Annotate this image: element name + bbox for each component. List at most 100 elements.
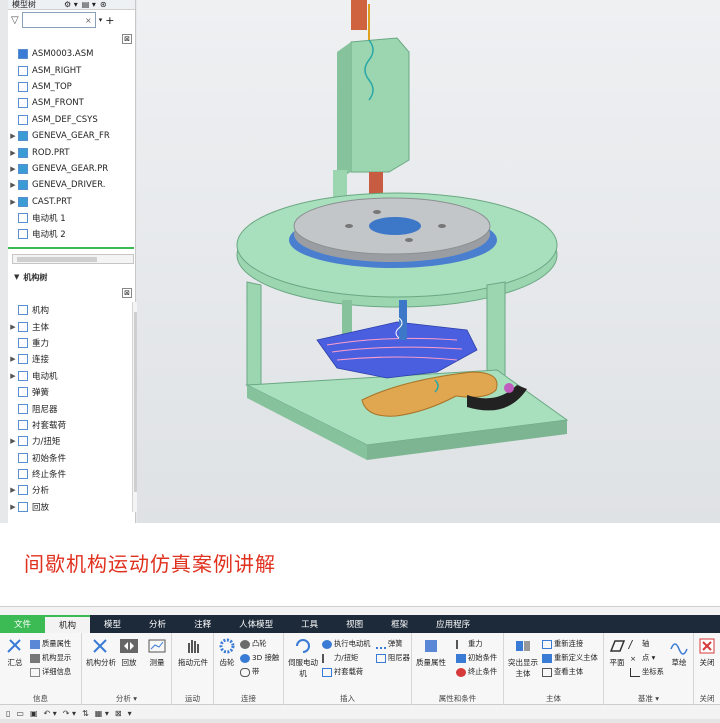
redefine-body-button[interactable]: 重新定义主体 [542,653,598,663]
open-icon[interactable]: ▭ [16,709,24,718]
windows-icon[interactable]: ▦ ▾ [95,709,109,718]
cam-button[interactable]: 凸轮 [240,639,267,649]
tree-item[interactable]: 阻尼器 [8,400,136,416]
summary-button[interactable]: 汇总 [4,637,26,668]
horizontal-scrollbar[interactable] [12,254,134,264]
playback-button[interactable]: 回放 [118,637,140,668]
redo-icon[interactable]: ↷ ▾ [63,709,76,718]
ribbon-tab[interactable]: 注释 [180,615,225,633]
tree-item[interactable]: ASM_FRONT [8,95,136,111]
servo-motor-button[interactable]: 伺服电动 机 [286,637,320,679]
drag-components-button[interactable]: 拖动元件 [174,637,212,668]
filter-icon[interactable]: ▽ [11,15,19,26]
view-body-button[interactable]: 查看主体 [542,667,583,677]
tree-item[interactable]: ▶ ROD.PRT [8,144,136,160]
close-button[interactable]: 关闭 [696,637,718,668]
ribbon-tab[interactable]: 机构 [45,615,91,633]
search-input[interactable]: × [21,12,96,28]
force-torque-button[interactable]: 力/扭矩 [322,653,358,663]
contact3d-button[interactable]: 3D 接触 [240,653,279,663]
clear-icon[interactable]: × [85,16,92,25]
regenerate-icon[interactable]: ⇅ [82,709,89,718]
undo-icon[interactable]: ↶ ▾ [44,709,57,718]
expand-arrow-icon[interactable]: ▶ [8,372,18,380]
mech-display-button[interactable]: 机构显示 [30,653,71,663]
tree-item[interactable]: ▶ CAST.PRT [8,194,136,210]
tree-settings-icon[interactable]: ⚙ ▾ [64,0,78,9]
add-icon[interactable]: + [105,14,114,27]
ribbon-tab[interactable]: 工具 [287,615,332,633]
tree-item[interactable]: 重力 [8,335,136,351]
tree-item[interactable]: 终止条件 [8,466,136,482]
mechanism-tree-header[interactable]: ▼ 机构树 [8,270,136,284]
measure-button[interactable]: 测量 [146,637,168,668]
gear-button[interactable]: 齿轮 [216,637,238,668]
mass-props2-button[interactable]: 质量属性 [414,637,448,668]
expand-arrow-icon[interactable]: ▶ [8,437,18,445]
ribbon-tab[interactable]: 应用程序 [422,615,484,633]
plane-button[interactable]: 平面 [606,637,628,668]
belt-button[interactable]: 带 [240,667,259,677]
tree-item[interactable]: ▶ GENEVA_DRIVER. [8,177,136,193]
mass-props-button[interactable]: 质量属性 [30,639,71,649]
init-cond-button[interactable]: 初始条件 [456,653,497,663]
tree-item[interactable]: ▶ 主体 [8,318,136,334]
tree-item[interactable]: 电动机 1 [8,210,136,226]
tree-item[interactable]: 衬套载荷 [8,417,136,433]
tree-item[interactable]: ASM_RIGHT [8,62,136,78]
tree-item[interactable]: 机构 [8,302,136,318]
ribbon-tab[interactable]: 文件 [0,615,46,633]
panel-close-icon[interactable]: ⊠ [122,34,132,44]
save-icon[interactable]: ▣ [30,709,38,718]
tree-item[interactable]: ▶ 电动机 [8,368,136,384]
tree-item[interactable]: 弹簧 [8,384,136,400]
bushing-button[interactable]: 衬套载荷 [322,667,363,677]
spring-button[interactable]: 弹簧 [376,639,403,649]
sketch-button[interactable]: 草绘 [668,637,690,668]
mechanism-close-icon[interactable]: ⊠ [122,288,132,298]
tree-item[interactable]: ▶ GENEVA_GEAR_FR [8,128,136,144]
close-window-icon[interactable]: ⊠ [115,709,122,718]
tree-columns-icon[interactable]: ▤ ▾ [82,0,96,9]
tree-item[interactable]: ▶ 连接 [8,351,136,367]
tree-item[interactable]: 初始条件 [8,450,136,466]
tree-item[interactable]: ASM_TOP [8,79,136,95]
tree-item[interactable]: ▶ 回放 [8,499,136,515]
expand-arrow-icon[interactable]: ▶ [8,503,18,511]
damper-button[interactable]: 阻尼器 [376,653,410,663]
expand-arrow-icon[interactable]: ▶ [8,149,18,157]
graphics-viewport[interactable] [137,0,720,523]
expand-arrow-icon[interactable]: ▶ [8,165,18,173]
mech-analysis-button[interactable]: 机构分析 [84,637,118,668]
more-icon[interactable]: ▾ [128,709,132,718]
ribbon-tab[interactable]: 人体模型 [225,615,287,633]
expand-arrow-icon[interactable]: ▶ [8,355,18,363]
ribbon-tab[interactable]: 框架 [377,615,422,633]
axis-button[interactable]: 轴 [627,639,649,649]
tree-item[interactable]: ▶ 分析 [8,482,136,498]
expand-arrow-icon[interactable]: ▶ [8,132,18,140]
highlight-body-button[interactable]: 突出显示 主体 [506,637,540,679]
expand-arrow-icon[interactable]: ▶ [8,486,18,494]
tree-item[interactable]: ASM0003.ASM [8,46,136,62]
dropdown-icon[interactable]: ▾ [99,16,103,24]
tree-item[interactable]: ▶ GENEVA_GEAR.PR [8,161,136,177]
show-icon[interactable]: ⊛ [100,0,107,9]
tree-item[interactable]: 电动机 2 [8,226,136,242]
reconnect-button[interactable]: 重新连接 [542,639,583,649]
csys-button[interactable]: 坐标系 [630,667,664,677]
term-cond-button[interactable]: 终止条件 [456,667,497,677]
gravity-button[interactable]: 重力 [456,639,483,649]
details-button[interactable]: 详细信息 [30,667,71,677]
tree-item[interactable]: ASM_DEF_CSYS [8,112,136,128]
ribbon-tab[interactable]: 分析 [135,615,180,633]
ribbon-tab[interactable]: 视图 [332,615,377,633]
expand-arrow-icon[interactable]: ▶ [8,323,18,331]
new-icon[interactable]: ▯ [6,709,10,718]
tree-item[interactable]: ▶ 力/扭矩 [8,433,136,449]
expand-arrow-icon[interactable]: ▶ [8,181,18,189]
point-button[interactable]: × 点 ▾ [630,653,655,663]
exec-motor-button[interactable]: 执行电动机 [322,639,370,649]
ribbon-tab[interactable]: 模型 [90,615,135,633]
expand-arrow-icon[interactable]: ▶ [8,198,18,206]
